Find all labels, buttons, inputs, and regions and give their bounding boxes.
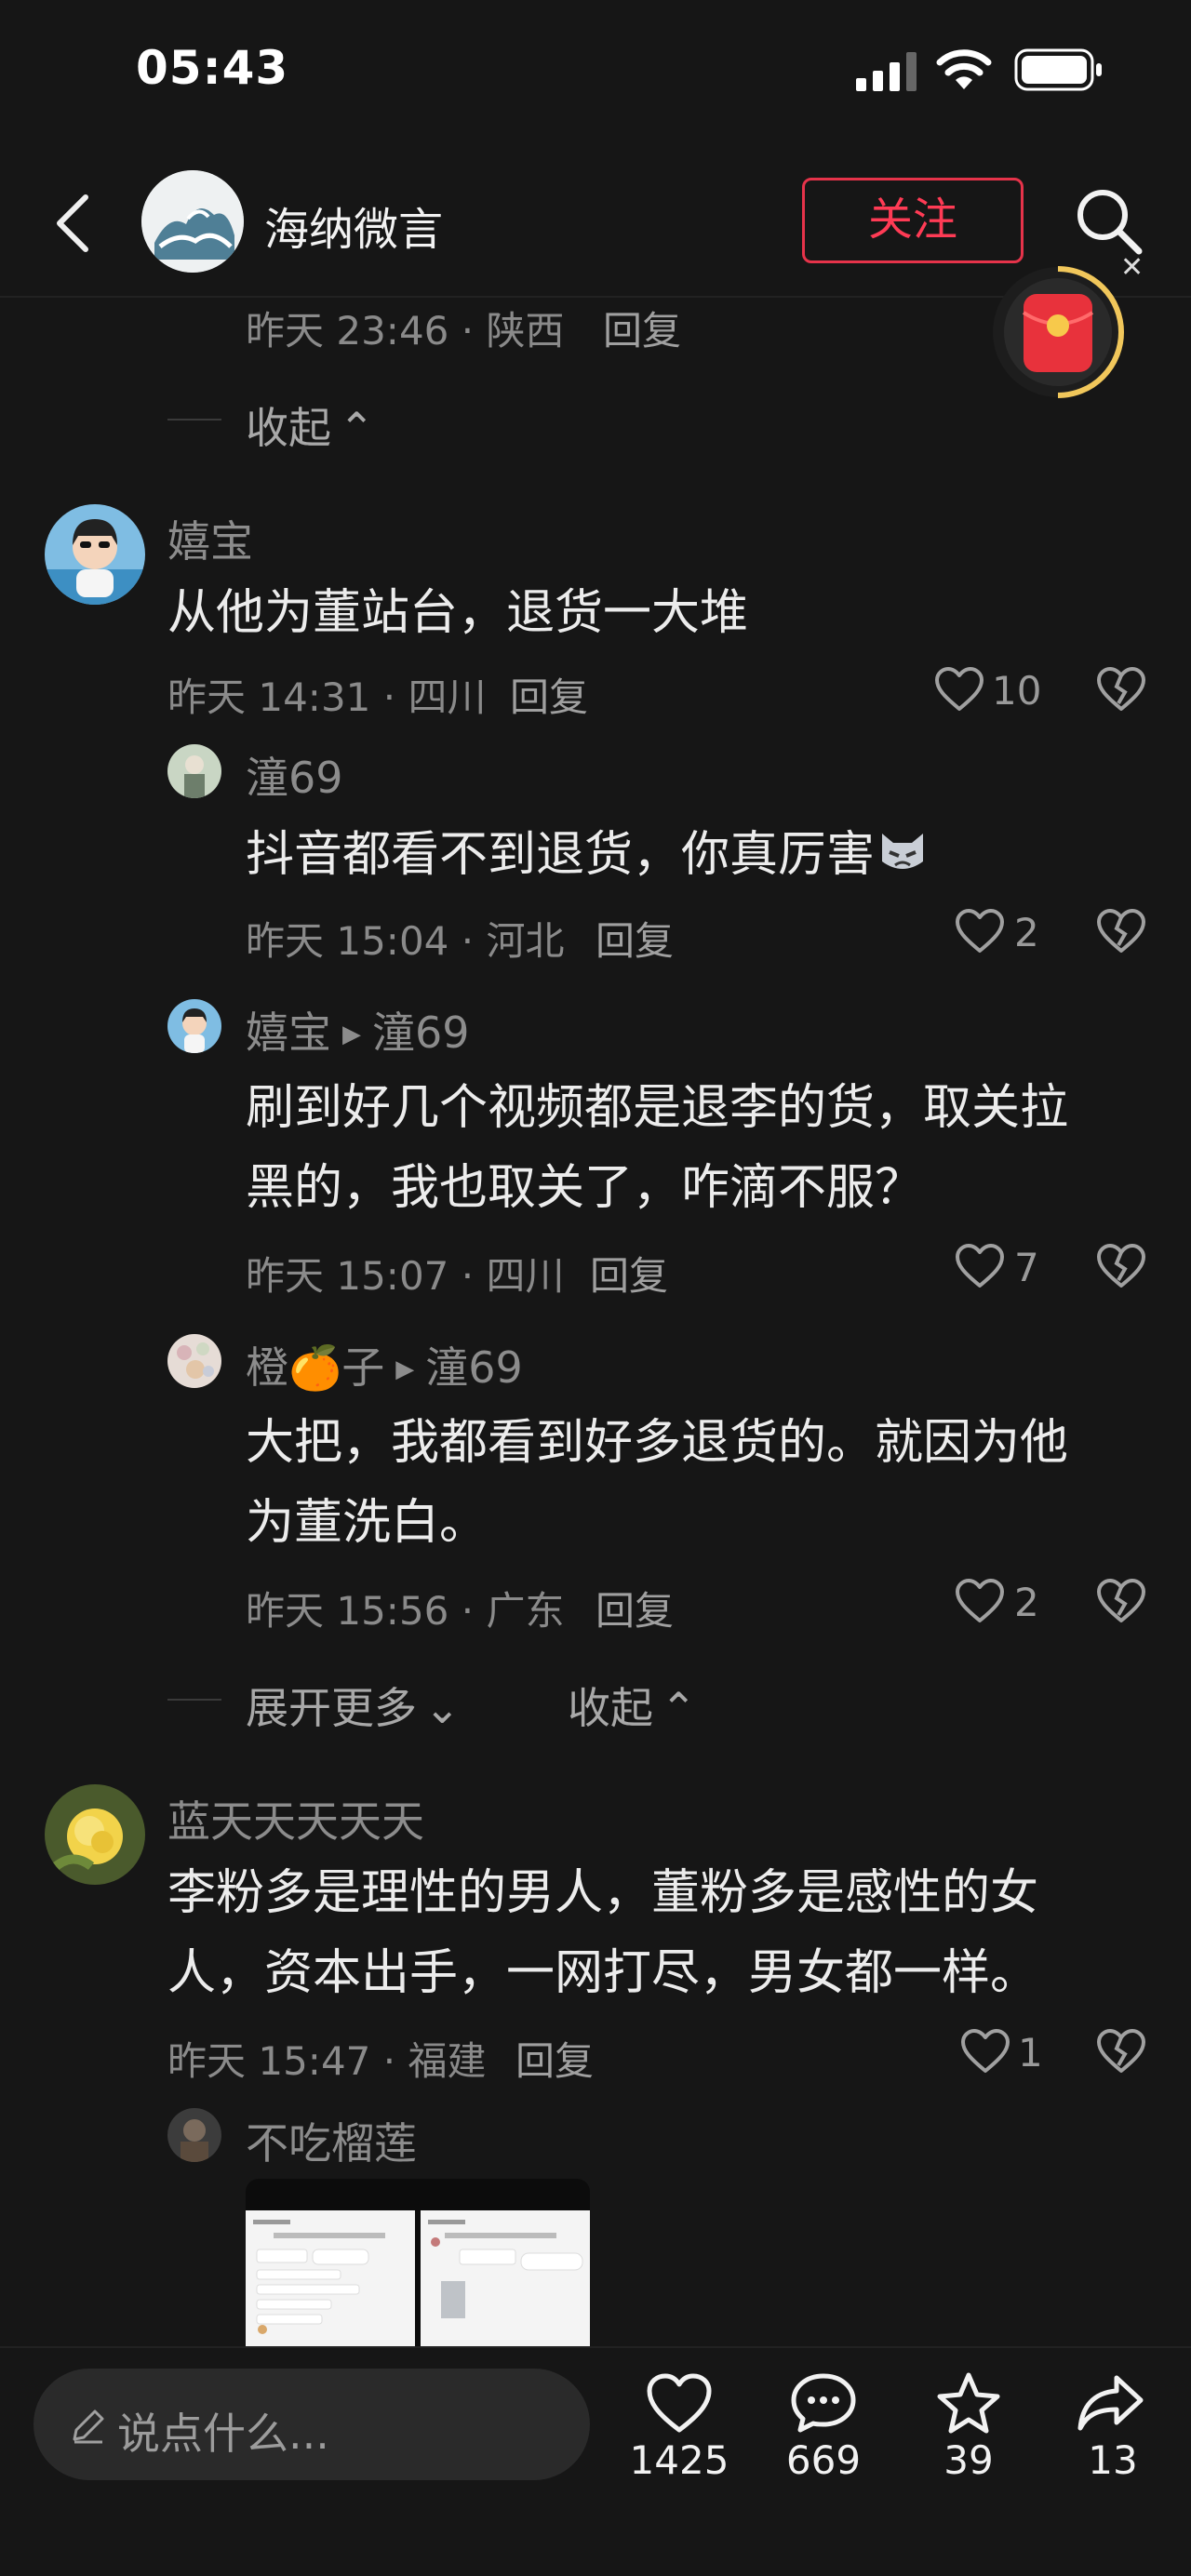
reply-username[interactable]: 潼69 [246, 744, 343, 806]
share-icon[interactable] [1076, 2372, 1146, 2434]
expand-more-button[interactable]: 展开更多 ⌄ [246, 1675, 461, 1736]
wifi-icon [936, 49, 992, 89]
comment-username[interactable]: 蓝天天天天天 [167, 1788, 424, 1849]
red-packet-widget[interactable] [990, 264, 1126, 400]
like-icon[interactable] [955, 1243, 1005, 1289]
favorite-count: 39 [943, 2437, 994, 2483]
chevron-up-icon: ⌃ [339, 403, 375, 453]
reply-button[interactable]: 回复 [596, 910, 674, 967]
reply-button[interactable]: 回复 [515, 2030, 594, 2087]
dislike-icon[interactable] [1096, 666, 1146, 713]
like-icon[interactable] [646, 2372, 713, 2434]
comment-text-line-2: 人，资本出手，一网打尽，男女都一样。 [167, 1945, 1039, 2001]
dislike-icon[interactable] [1096, 1578, 1146, 1624]
wolf-emoji-icon [877, 821, 929, 873]
reply-meta: 昨天 15:56 · 广东 [246, 1588, 565, 1634]
fold-divider [167, 1699, 221, 1701]
account-avatar[interactable] [141, 170, 244, 273]
comment-username[interactable]: 嬉宝 [167, 508, 253, 569]
avatar[interactable] [167, 744, 221, 798]
account-name[interactable]: 海纳微言 [264, 193, 443, 258]
pencil-icon [73, 2409, 104, 2444]
like-icon[interactable] [955, 908, 1005, 954]
search-icon[interactable] [1072, 184, 1146, 259]
collapse-button[interactable]: 收起 ⌃ [568, 1675, 697, 1736]
comment-input-placeholder[interactable]: 说点什么... [117, 2400, 329, 2462]
prev-reply-button[interactable]: 回复 [603, 300, 681, 356]
reply-arrow-icon: ▶ [342, 1021, 361, 1048]
like-icon[interactable] [960, 2028, 1010, 2075]
follow-button[interactable]: 关注 [802, 178, 1024, 263]
battery-icon [1014, 48, 1102, 91]
dislike-icon[interactable] [1096, 908, 1146, 954]
status-time: 05:43 [136, 41, 289, 95]
back-icon[interactable] [50, 192, 95, 255]
reply-meta: 昨天 15:04 · 河北 [246, 918, 565, 964]
avatar[interactable] [45, 1784, 145, 1885]
reply-image-thumbnail[interactable] [246, 2179, 590, 2346]
share-count: 13 [1088, 2437, 1138, 2483]
reply-username[interactable]: 橙🍊子 ▶ 潼69 [246, 1334, 523, 1395]
like-count: 2 [1014, 910, 1039, 955]
comment-text: 从他为董站台，退货一大堆 [167, 585, 749, 641]
comment-text-line-1: 李粉多是理性的男人，董粉多是感性的女 [167, 1865, 1039, 1921]
dislike-icon[interactable] [1096, 2028, 1146, 2075]
avatar[interactable] [45, 504, 145, 605]
like-count: 2 [1014, 1580, 1039, 1625]
avatar[interactable] [167, 1334, 221, 1388]
reply-button[interactable]: 回复 [510, 666, 588, 723]
chevron-down-icon: ⌄ [424, 1683, 461, 1733]
comment-count: 669 [785, 2437, 862, 2483]
reply-text-line-2: 为董洗白。 [246, 1495, 488, 1551]
like-count: 7 [1014, 1245, 1039, 1290]
reply-username[interactable]: 嬉宝 ▶ 潼69 [246, 999, 470, 1061]
comment-icon[interactable] [789, 2370, 858, 2436]
like-count: 10 [992, 668, 1042, 714]
prev-reply-meta: 昨天 23:46 · 陕西 [246, 308, 565, 354]
reply-text-line-1: 刷到好几个视频都是退李的货，取关拉 [246, 1080, 1069, 1136]
comment-meta: 昨天 14:31 · 四川 [167, 674, 487, 720]
chevron-up-icon: ⌃ [661, 1683, 697, 1733]
dislike-icon[interactable] [1096, 1243, 1146, 1289]
close-icon[interactable]: ✕ [1120, 251, 1144, 284]
reply-arrow-icon: ▶ [395, 1355, 415, 1383]
like-icon[interactable] [934, 666, 984, 713]
reply-meta: 昨天 15:07 · 四川 [246, 1253, 565, 1299]
reply-text-line-2: 黑的，我也取关了，咋滴不服？ [246, 1160, 924, 1216]
reply-text: 抖音都看不到退货，你真厉害 [246, 815, 929, 895]
reply-button[interactable]: 回复 [590, 1245, 668, 1301]
avatar[interactable] [167, 2108, 221, 2162]
reply-button[interactable]: 回复 [596, 1580, 674, 1636]
reply-username[interactable]: 不吃榴莲 [246, 2110, 417, 2171]
fold-divider [167, 419, 221, 420]
comment-meta: 昨天 15:47 · 福建 [167, 2038, 487, 2084]
avatar[interactable] [167, 999, 221, 1053]
collapse-button-top[interactable]: 收起 ⌃ [246, 394, 375, 456]
reply-text-line-1: 大把，我都看到好多退货的。就因为他 [246, 1415, 1069, 1471]
signal-icon [856, 52, 917, 91]
like-icon[interactable] [955, 1578, 1005, 1624]
star-icon[interactable] [934, 2370, 1003, 2436]
like-count: 1 [1018, 2030, 1043, 2075]
like-count: 1425 [629, 2437, 729, 2483]
